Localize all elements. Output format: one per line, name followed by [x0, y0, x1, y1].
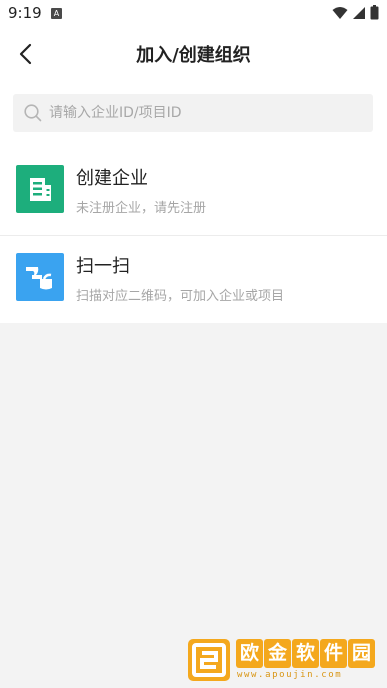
building-icon [16, 165, 64, 213]
status-bar: 9:19 A [0, 0, 387, 26]
page-title: 加入/创建组织 [136, 45, 251, 66]
notification-icon: A [51, 8, 62, 19]
watermark-char: 园 [348, 639, 375, 668]
watermark-char: 金 [264, 639, 291, 668]
battery-icon [370, 5, 379, 20]
watermark-char: 欧 [236, 639, 263, 668]
app-header: 加入/创建组织 [0, 26, 387, 82]
create-enterprise-subtitle: 未注册企业，请先注册 [76, 201, 207, 216]
wifi-icon [332, 6, 348, 19]
watermark-chars: 欧 金 软 件 园 [236, 639, 375, 668]
options-list: 创建企业 未注册企业，请先注册 扫一扫 扫描对应二维码，可加入企业或项目 [0, 148, 387, 323]
create-enterprise-item[interactable]: 创建企业 未注册企业，请先注册 [0, 148, 387, 235]
scan-subtitle: 扫描对应二维码，可加入企业或项目 [76, 289, 285, 304]
search-icon [24, 104, 42, 122]
status-time: 9:19 [8, 4, 42, 22]
search-box[interactable] [13, 94, 373, 132]
create-enterprise-title: 创建企业 [76, 168, 148, 189]
watermark-char: 件 [320, 639, 347, 668]
watermark-logo-icon [188, 639, 230, 681]
watermark-char: 软 [292, 639, 319, 668]
watermark-url: www.apoujin.com [237, 670, 343, 680]
search-input[interactable] [49, 94, 359, 132]
watermark: 欧 金 软 件 园 www.apoujin.com [187, 637, 379, 685]
scan-icon [16, 253, 64, 301]
scan-title: 扫一扫 [76, 256, 130, 277]
signal-icon [353, 6, 365, 19]
search-section [0, 82, 387, 148]
status-indicators [332, 5, 379, 20]
scan-item[interactable]: 扫一扫 扫描对应二维码，可加入企业或项目 [0, 235, 387, 323]
